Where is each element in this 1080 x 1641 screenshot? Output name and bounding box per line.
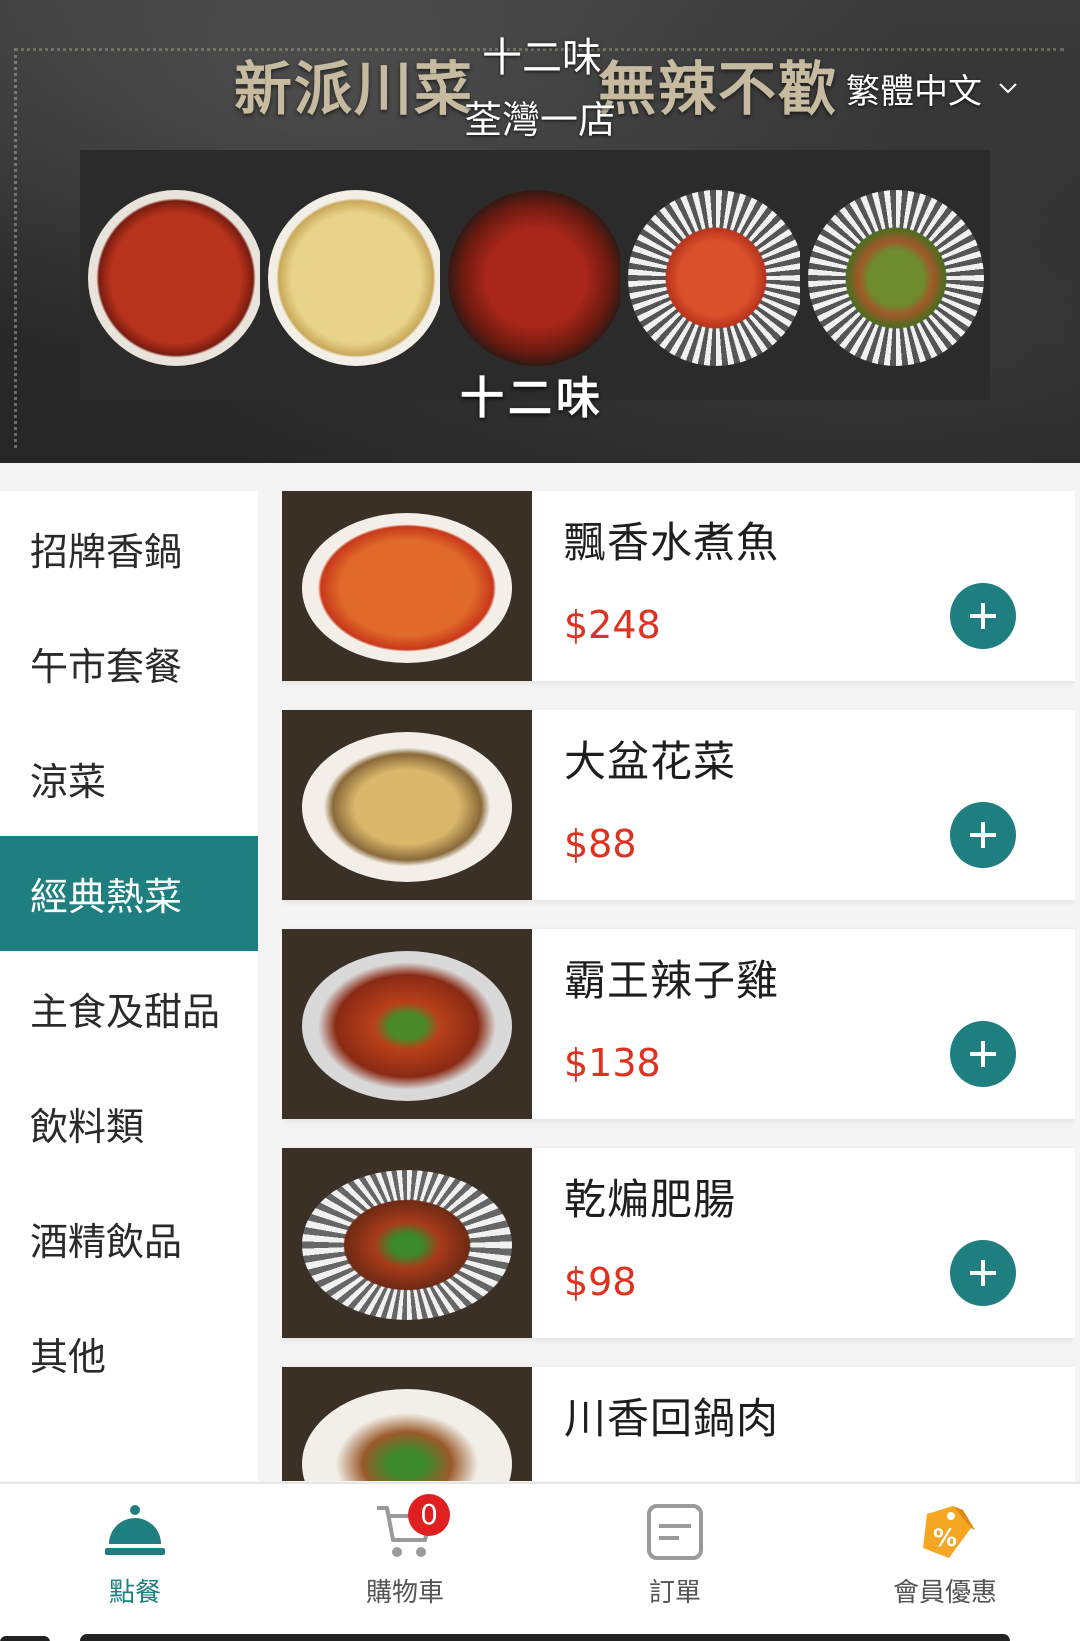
language-selector[interactable]: 繁體中文 (846, 64, 1018, 112)
dish-image (282, 929, 532, 1119)
dish-price: $248 (564, 603, 661, 647)
dish-image (282, 710, 532, 900)
nav-label-order: 點餐 (108, 1578, 161, 1608)
store-branch: 荃灣一店 (463, 98, 616, 142)
system-home-bar (80, 1634, 1010, 1641)
chevron-down-icon (999, 83, 1017, 94)
dish-price: $88 (564, 822, 637, 866)
nav-label-orders: 訂單 (648, 1578, 701, 1608)
menu-item-card[interactable]: 川香回鍋肉 (282, 1367, 1075, 1481)
dish-image (282, 1367, 532, 1481)
banner-dish-image (800, 150, 990, 400)
category-sidebar: 招牌香鍋 午市套餐 涼菜 經典熱菜 主食及甜品 飲料類 酒精飲品 其他 (0, 491, 258, 1481)
nav-label-member-offers: 會員優惠 (892, 1578, 997, 1608)
nav-item-orders[interactable]: 訂單 (540, 1484, 810, 1614)
brand-logo: 十二味 (460, 362, 604, 426)
category-item-cold-dishes[interactable]: 涼菜 (0, 721, 258, 836)
svg-text:%: % (933, 1524, 957, 1552)
bottom-navigation: 點餐 購物車 訂單 % 會員優惠 (0, 1482, 1080, 1612)
add-to-cart-button[interactable] (950, 583, 1016, 649)
nav-item-cart[interactable]: 購物車 (270, 1484, 540, 1614)
nav-label-cart: 購物車 (365, 1578, 444, 1608)
dish-name: 乾煸肥腸 (564, 1175, 737, 1224)
category-item-others[interactable]: 其他 (0, 1296, 258, 1411)
cloche-icon (105, 1505, 165, 1555)
order-icon (647, 1504, 703, 1560)
add-to-cart-button[interactable] (950, 1240, 1016, 1306)
brand-logo-text: 十二味 (460, 373, 604, 424)
dish-image (282, 1148, 532, 1338)
menu-list: 飄香水煮魚 $248 大盆花菜 $88 霸王辣子雞 $138 乾煸肥腸 $98 … (282, 491, 1075, 1481)
slogan-left: 新派川菜 (234, 55, 475, 123)
page: 新派川菜 無辣不歡 十二味 荃灣一店 繁體中文 十二味 招牌香鍋 午市套餐 涼菜… (0, 0, 1080, 1641)
dish-image (282, 491, 532, 681)
category-item-staples-desserts[interactable]: 主食及甜品 (0, 951, 258, 1066)
dish-name: 川香回鍋肉 (564, 1394, 780, 1443)
dish-name: 霸王辣子雞 (564, 956, 780, 1005)
menu-item-card[interactable]: 霸王辣子雞 $138 (282, 929, 1075, 1119)
category-item-classic-hot-dishes[interactable]: 經典熱菜 (0, 836, 258, 951)
banner-dish-image (620, 150, 810, 400)
dish-name: 飄香水煮魚 (564, 518, 780, 567)
menu-item-card[interactable]: 乾煸肥腸 $98 (282, 1148, 1075, 1338)
system-bar-segment (0, 1636, 50, 1641)
store-name: 十二味 (482, 35, 602, 81)
add-to-cart-button[interactable] (950, 1021, 1016, 1087)
dish-price: $98 (564, 1260, 637, 1304)
nav-item-order[interactable]: 點餐 (0, 1484, 270, 1614)
menu-item-card[interactable]: 飄香水煮魚 $248 (282, 491, 1075, 681)
nav-item-member-offers[interactable]: % 會員優惠 (810, 1484, 1080, 1614)
plus-icon (970, 1041, 996, 1067)
dish-price: $138 (564, 1041, 661, 1085)
add-to-cart-button[interactable] (950, 802, 1016, 868)
banner-dish-image (80, 150, 270, 400)
category-item-lunch-set[interactable]: 午市套餐 (0, 606, 258, 721)
discount-tag-icon: % (923, 1506, 975, 1558)
menu-item-card[interactable]: 大盆花菜 $88 (282, 710, 1075, 900)
plus-icon (970, 822, 996, 848)
dish-name: 大盆花菜 (564, 737, 737, 786)
category-item-alcohol[interactable]: 酒精飲品 (0, 1181, 258, 1296)
language-label: 繁體中文 (846, 71, 982, 112)
banner-dish-image (260, 150, 450, 400)
header-banner: 新派川菜 無辣不歡 十二味 荃灣一店 繁體中文 十二味 (0, 0, 1080, 463)
plus-icon (970, 1260, 996, 1286)
category-item-signature-pot[interactable]: 招牌香鍋 (0, 491, 258, 606)
plus-icon (970, 603, 996, 629)
category-item-drinks[interactable]: 飲料類 (0, 1066, 258, 1181)
cart-count-badge: 0 (408, 1494, 450, 1536)
